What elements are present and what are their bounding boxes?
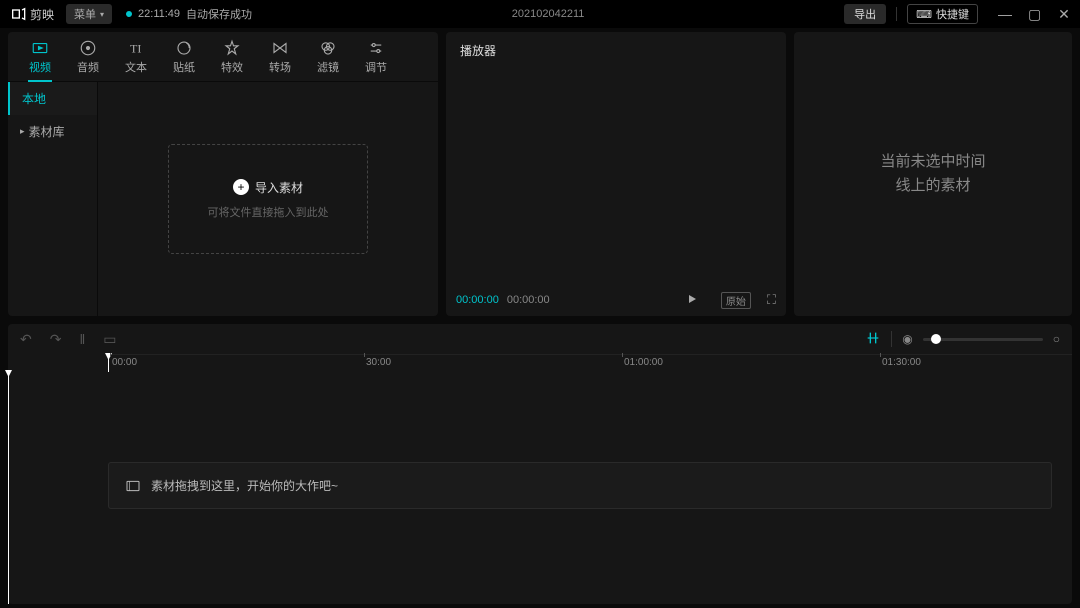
tab-text[interactable]: TI 文本: [112, 32, 160, 82]
player-viewport[interactable]: [446, 69, 786, 284]
fullscreen-button[interactable]: ⛶: [767, 292, 776, 308]
video-icon: [31, 39, 49, 57]
media-icon: [125, 478, 141, 494]
track-placeholder[interactable]: 素材拖拽到这里，开始你的大作吧~: [108, 462, 1052, 509]
time-current: 00:00:00: [456, 294, 499, 306]
plus-icon: +: [233, 179, 249, 195]
preview-marker-icon[interactable]: ◉: [902, 332, 912, 346]
tab-adjust[interactable]: 调节: [352, 32, 400, 82]
side-library[interactable]: ▸ 素材库: [8, 115, 97, 148]
chevron-right-icon: ▸: [20, 126, 25, 137]
play-button[interactable]: [686, 293, 698, 308]
tab-transition[interactable]: 转场: [256, 32, 304, 82]
timeline-toolbar: ↶ ↷ ‖ ▭ ◉ ○: [8, 324, 1072, 354]
media-panel: 视频 音频 TI 文本 贴纸 特效 转场: [8, 32, 438, 316]
ratio-button[interactable]: 原始: [721, 292, 751, 309]
zoom-thumb[interactable]: [931, 334, 941, 344]
save-status: 22:11:49 自动保存成功: [126, 6, 252, 22]
tab-audio[interactable]: 音频: [64, 32, 112, 82]
app-logo: 剪映: [10, 6, 54, 23]
player-panel: 播放器 00:00:00 00:00:00 原始 ⛶: [446, 32, 786, 316]
inspector-panel: 当前未选中时间 线上的素材: [794, 32, 1072, 316]
zoom-slider[interactable]: [923, 338, 1043, 341]
text-icon: TI: [127, 39, 145, 57]
playhead-line[interactable]: [8, 372, 9, 604]
audio-icon: [79, 39, 97, 57]
minimize-button[interactable]: —: [998, 6, 1010, 23]
side-local[interactable]: 本地: [8, 82, 97, 115]
topbar-right: 导出 ⌨ 快捷键 — ▢ ✕: [844, 4, 1070, 24]
close-button[interactable]: ✕: [1058, 6, 1070, 23]
app-name: 剪映: [30, 6, 54, 23]
playhead[interactable]: [108, 355, 109, 372]
tab-effect[interactable]: 特效: [208, 32, 256, 82]
filter-icon: [319, 39, 337, 57]
time-total: 00:00:00: [507, 294, 550, 306]
tab-sticker[interactable]: 贴纸: [160, 32, 208, 82]
tab-filter[interactable]: 滤镜: [304, 32, 352, 82]
chevron-down-icon: ▾: [100, 10, 104, 19]
cut-mode-button[interactable]: [865, 330, 881, 349]
tab-video[interactable]: 视频: [16, 32, 64, 82]
project-name: 202102042211: [252, 8, 844, 20]
delete-button[interactable]: ▭: [103, 331, 116, 348]
split-button[interactable]: ‖: [79, 331, 85, 348]
undo-button[interactable]: ↶: [20, 331, 32, 348]
transition-icon: [271, 39, 289, 57]
status-dot-icon: [126, 11, 132, 17]
keyboard-icon: ⌨: [916, 8, 932, 21]
timeline-ruler[interactable]: 00:00 30:00 01:00:00 01:30:00: [108, 354, 1072, 372]
media-side-nav: 本地 ▸ 素材库: [8, 82, 98, 316]
fit-zoom-button[interactable]: ○: [1053, 332, 1060, 346]
maximize-button[interactable]: ▢: [1028, 6, 1040, 23]
shortcut-button[interactable]: ⌨ 快捷键: [907, 4, 978, 24]
topbar: 剪映 菜单 ▾ 22:11:49 自动保存成功 202102042211 导出 …: [0, 0, 1080, 28]
import-hint: 可将文件直接拖入到此处: [208, 204, 329, 220]
player-controls: 00:00:00 00:00:00 原始 ⛶: [446, 284, 786, 316]
inspector-empty-text: 当前未选中时间 线上的素材: [880, 150, 985, 198]
timeline-panel: ↶ ↷ ‖ ▭ ◉ ○ 00:00 30:00 01:00:00 01:30:0…: [8, 324, 1072, 604]
media-tabs: 视频 音频 TI 文本 贴纸 特效 转场: [8, 32, 438, 82]
effect-icon: [223, 39, 241, 57]
timeline-tracks[interactable]: 素材拖拽到这里，开始你的大作吧~: [8, 372, 1072, 604]
menu-button[interactable]: 菜单 ▾: [66, 4, 112, 24]
window-controls: — ▢ ✕: [998, 6, 1070, 23]
import-button[interactable]: + 导入素材: [233, 179, 303, 196]
svg-text:TI: TI: [130, 41, 141, 55]
media-dropzone[interactable]: + 导入素材 可将文件直接拖入到此处: [98, 82, 438, 316]
adjust-icon: [367, 39, 385, 57]
redo-button[interactable]: ↷: [50, 331, 62, 348]
player-title: 播放器: [446, 32, 786, 69]
sticker-icon: [175, 39, 193, 57]
export-button[interactable]: 导出: [844, 4, 886, 24]
